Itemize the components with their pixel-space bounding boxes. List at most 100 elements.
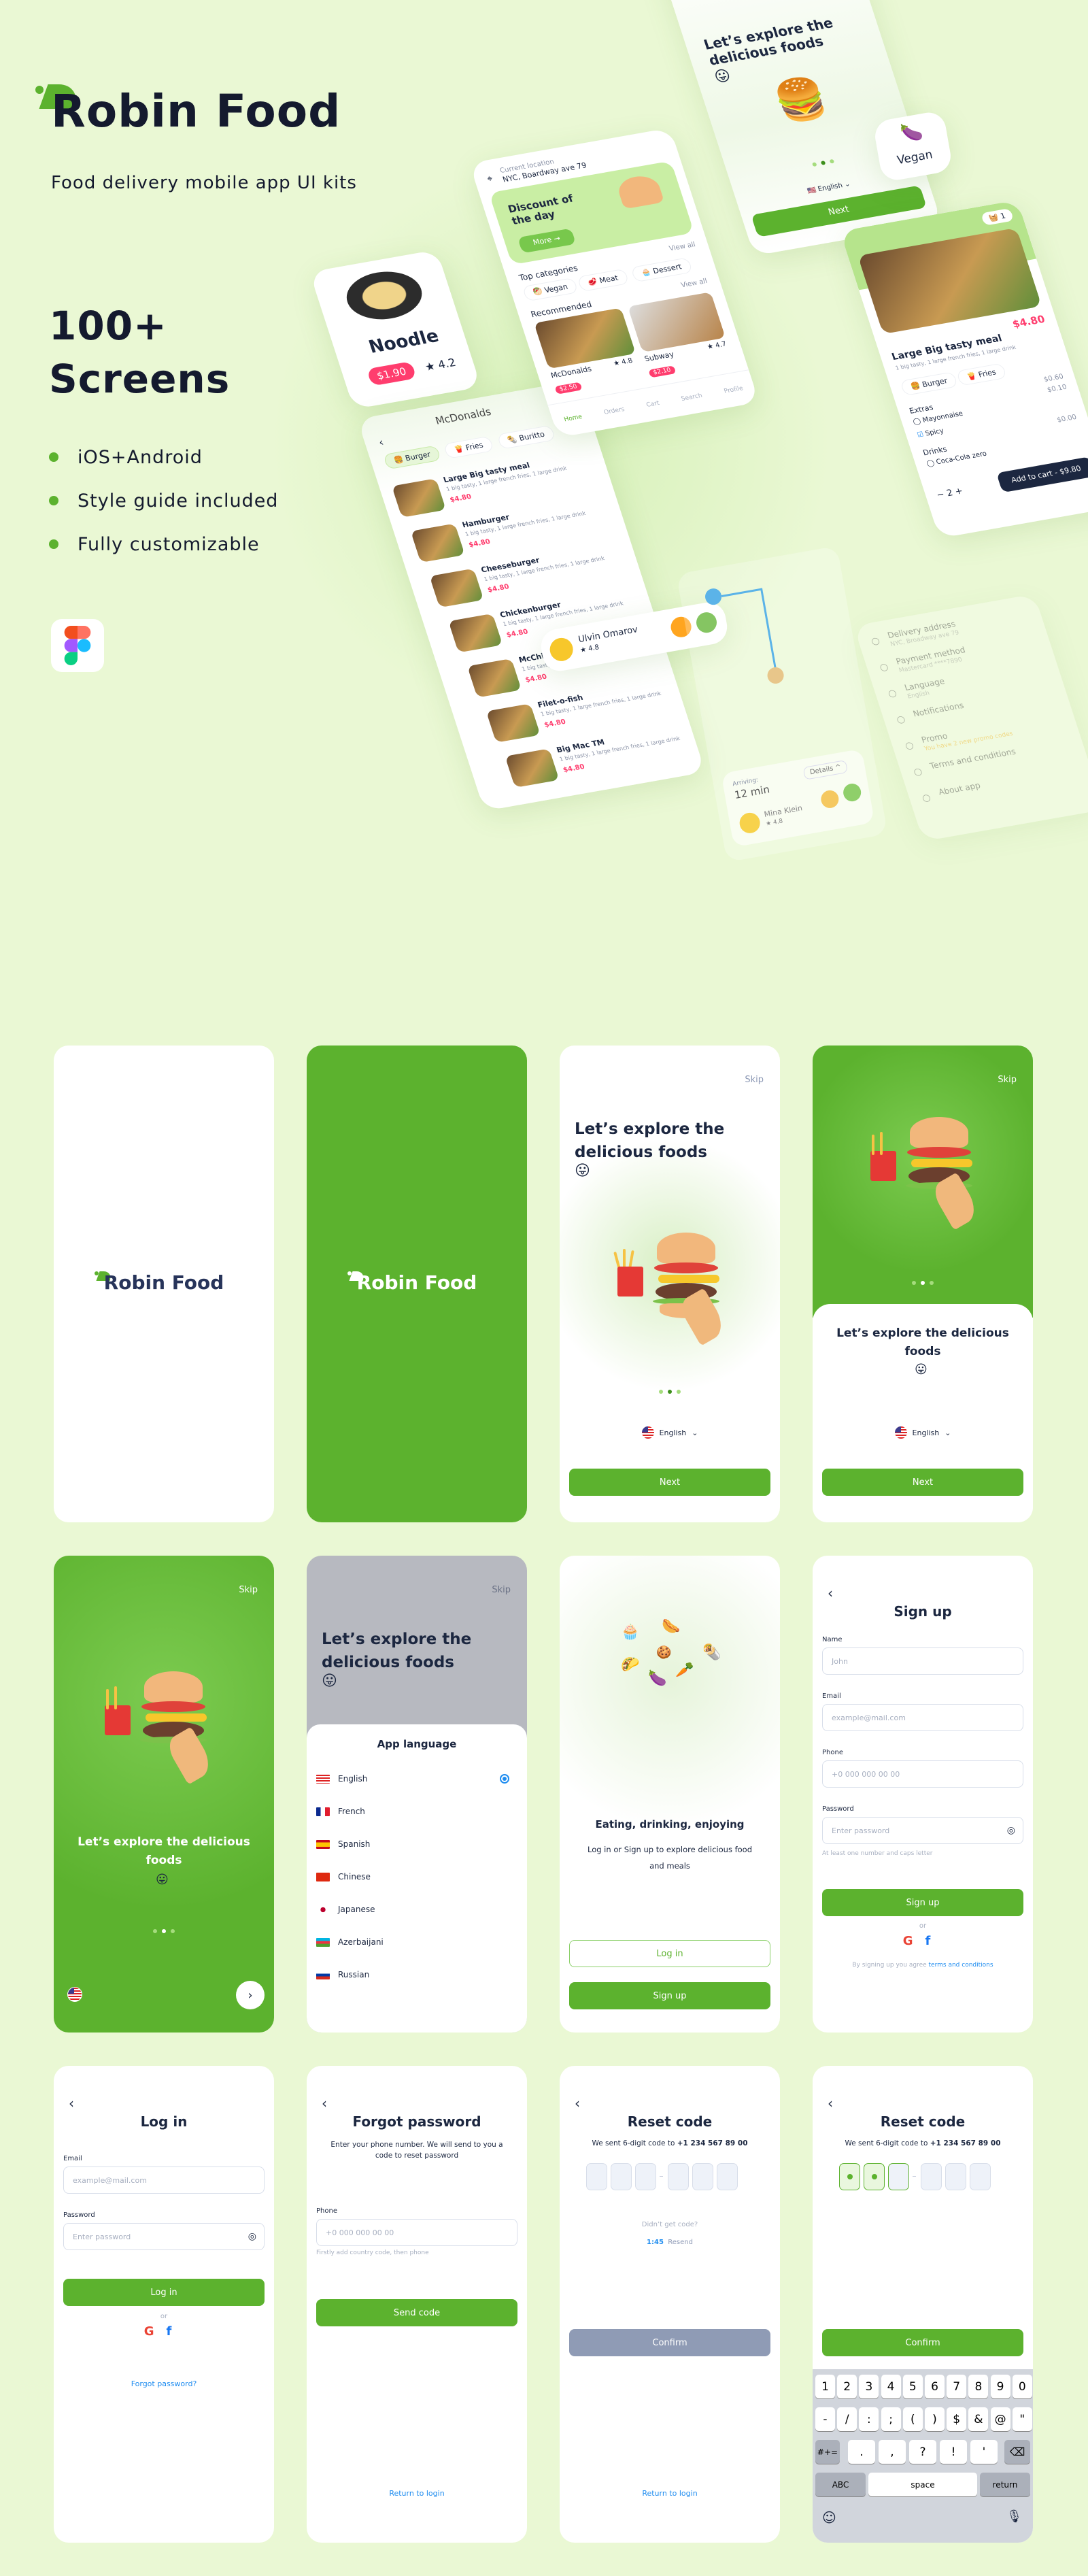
language-option[interactable]: French xyxy=(316,1798,517,1825)
keyboard-key[interactable]: / xyxy=(837,2407,857,2431)
keyboard-key[interactable]: 6 xyxy=(925,2375,945,2398)
category-card-vegan[interactable]: 🍆 Vegan xyxy=(872,110,954,183)
keyboard-key[interactable]: 2 xyxy=(837,2375,857,2398)
skip-button[interactable]: Skip xyxy=(239,1585,258,1595)
otp-input[interactable] xyxy=(586,2163,756,2190)
category-meat[interactable]: 🥩 Meat xyxy=(577,268,630,292)
keyboard-key[interactable]: ( xyxy=(902,2407,923,2431)
terms-link[interactable]: terms and conditions xyxy=(929,1962,993,1969)
nav-cart[interactable]: Cart xyxy=(645,400,660,409)
details-button[interactable]: Details ^ xyxy=(802,759,849,780)
email-input[interactable]: example@mail.com xyxy=(63,2167,265,2194)
keyboard-key[interactable]: . xyxy=(848,2440,875,2464)
skip-button[interactable]: Skip xyxy=(998,1075,1017,1085)
add-to-cart-button[interactable]: Add to cart - $9.80 xyxy=(996,456,1088,493)
otp-input[interactable] xyxy=(839,2163,1009,2190)
google-icon[interactable]: G xyxy=(144,2324,154,2339)
back-icon[interactable]: ‹ xyxy=(322,2095,327,2111)
phone-input[interactable]: +0 000 000 00 00 xyxy=(822,1760,1023,1788)
menu-chip-burrito[interactable]: 🌯 Buritto xyxy=(496,424,556,450)
keyboard-key[interactable]: 7 xyxy=(947,2375,967,2398)
microphone-icon[interactable]: 🎙 xyxy=(1006,2509,1022,2524)
facebook-icon[interactable]: f xyxy=(166,2324,171,2339)
language-option[interactable]: Azerbaijani xyxy=(316,1928,517,1956)
back-icon[interactable]: ‹ xyxy=(575,2095,580,2111)
return-to-login-link[interactable]: Return to login xyxy=(307,2489,527,2498)
keyboard-key[interactable]: : xyxy=(859,2407,879,2431)
language-selector[interactable]: 🇺🇸 English ⌄ xyxy=(806,180,851,195)
keyboard-key[interactable]: 0 xyxy=(1012,2375,1032,2398)
category-vegan[interactable]: 🥙 Vegan xyxy=(522,277,579,302)
nav-search[interactable]: Search xyxy=(680,392,703,402)
language-option[interactable]: Chinese xyxy=(316,1863,517,1890)
facebook-icon[interactable]: f xyxy=(925,1934,930,1948)
back-icon[interactable]: ‹ xyxy=(377,435,385,448)
keyboard-key[interactable]: 8 xyxy=(968,2375,989,2398)
keyboard-key[interactable]: , xyxy=(879,2440,906,2464)
eye-icon[interactable]: ◎ xyxy=(248,2231,256,2242)
login-button[interactable]: Log in xyxy=(569,1940,770,1967)
menu-chip-burger[interactable]: 🍔 Burger xyxy=(383,445,442,470)
keyboard-key[interactable]: ' xyxy=(970,2440,998,2464)
language-option[interactable]: English xyxy=(316,1765,517,1792)
keyboard-key[interactable]: ! xyxy=(940,2440,967,2464)
skip-button[interactable]: Skip xyxy=(492,1585,511,1595)
keyboard-key[interactable]: " xyxy=(1012,2407,1032,2431)
keyboard-key[interactable]: @ xyxy=(990,2407,1010,2431)
language-option[interactable]: Japanese xyxy=(316,1896,517,1923)
resend-link[interactable]: Resend xyxy=(668,2239,693,2246)
phone-icon[interactable] xyxy=(842,782,863,803)
password-input[interactable]: Enter password xyxy=(822,1817,1023,1844)
category-dessert[interactable]: 🧁 Dessert xyxy=(630,257,693,283)
next-button[interactable]: Next xyxy=(822,1469,1023,1496)
keyboard-space-key[interactable]: space xyxy=(868,2473,977,2496)
back-icon[interactable]: ‹ xyxy=(828,1585,833,1601)
return-to-login-link[interactable]: Return to login xyxy=(560,2489,780,2498)
keyboard-key[interactable]: ? xyxy=(909,2440,936,2464)
language-selector[interactable]: English ⌄ xyxy=(560,1426,780,1439)
password-input[interactable]: Enter password xyxy=(63,2223,265,2250)
language-option[interactable]: Spanish xyxy=(316,1830,517,1858)
confirm-button[interactable]: Confirm xyxy=(822,2329,1023,2356)
extra-spicy[interactable]: ☑ Spicy xyxy=(916,427,945,439)
menu-chip-fries[interactable]: 🍟 Fries xyxy=(443,435,494,459)
keyboard-return-key[interactable]: return xyxy=(980,2473,1030,2496)
keyboard-key[interactable]: - xyxy=(815,2407,835,2431)
language-flag-button[interactable] xyxy=(67,1987,82,2002)
phone-input[interactable]: +0 000 000 00 00 xyxy=(316,2219,517,2246)
backspace-icon[interactable]: ⌫ xyxy=(1004,2440,1030,2464)
keyboard-key[interactable]: 5 xyxy=(902,2375,923,2398)
keyboard-key[interactable]: 4 xyxy=(881,2375,901,2398)
keyboard-abc-key[interactable]: ABC xyxy=(815,2473,866,2496)
keyboard-key[interactable]: & xyxy=(968,2407,989,2431)
language-selector[interactable]: English ⌄ xyxy=(813,1426,1033,1439)
chat-icon[interactable] xyxy=(819,788,840,809)
keyboard-symbols-key[interactable]: #+= xyxy=(815,2440,840,2464)
quantity-stepper[interactable]: − 2 + xyxy=(936,486,964,501)
keyboard-key[interactable]: 3 xyxy=(859,2375,879,2398)
keyboard-key[interactable]: 1 xyxy=(815,2375,835,2398)
email-input[interactable]: example@mail.com xyxy=(822,1704,1023,1731)
eye-icon[interactable]: ◎ xyxy=(1007,1825,1015,1836)
keyboard-key[interactable]: 9 xyxy=(990,2375,1010,2398)
login-button[interactable]: Log in xyxy=(63,2279,265,2306)
back-icon[interactable]: ‹ xyxy=(828,2095,833,2111)
back-icon[interactable]: ‹ xyxy=(69,2095,74,2111)
google-icon[interactable]: G xyxy=(903,1934,913,1948)
view-all-link[interactable]: View all xyxy=(668,241,696,252)
chevron-right-icon[interactable]: › xyxy=(236,1981,265,2009)
keyboard-key[interactable]: $ xyxy=(947,2407,967,2431)
send-code-button[interactable]: Send code xyxy=(316,2299,517,2326)
keyboard-key[interactable]: ; xyxy=(881,2407,901,2431)
nav-orders[interactable]: Orders xyxy=(603,406,626,416)
language-option[interactable]: Russian xyxy=(316,1961,517,1988)
name-input[interactable]: John xyxy=(822,1647,1023,1675)
forgot-password-link[interactable]: Forgot password? xyxy=(54,2379,274,2388)
more-button[interactable]: More → xyxy=(517,228,577,254)
confirm-button[interactable]: Confirm xyxy=(569,2329,770,2356)
next-button[interactable]: Next xyxy=(569,1469,770,1496)
keyboard-key[interactable]: ) xyxy=(925,2407,945,2431)
nav-home[interactable]: Home xyxy=(563,414,583,423)
signup-button[interactable]: Sign up xyxy=(822,1889,1023,1916)
signup-button[interactable]: Sign up xyxy=(569,1982,770,2009)
